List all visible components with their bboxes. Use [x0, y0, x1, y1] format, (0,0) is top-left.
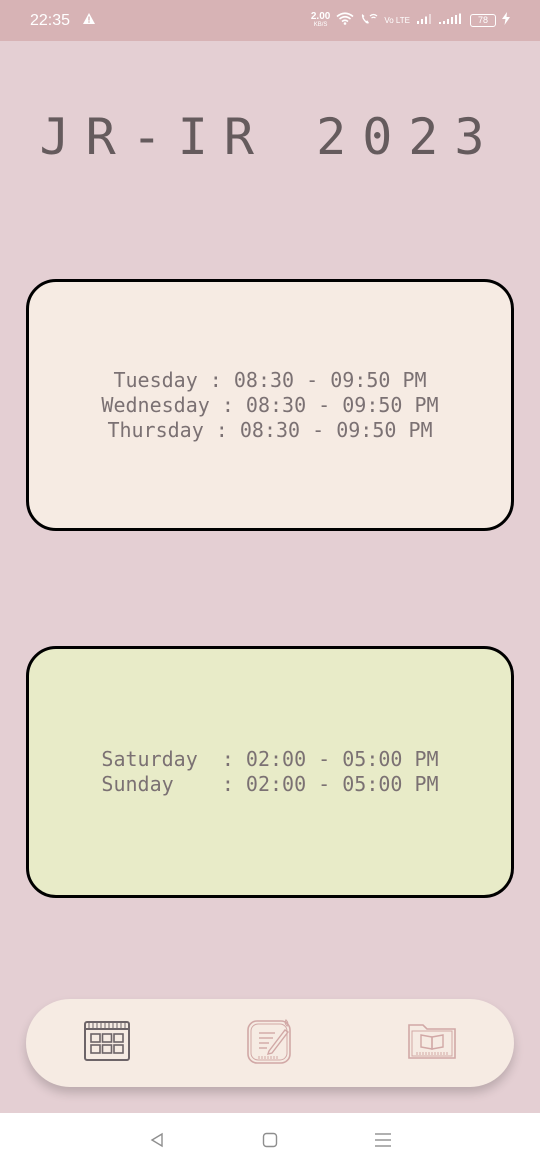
- nav-schedule-button[interactable]: [77, 1013, 137, 1073]
- schedule-line: Sunday : 02:00 - 05:00 PM: [101, 772, 439, 796]
- nav-library-button[interactable]: [403, 1013, 463, 1073]
- home-icon: [262, 1132, 278, 1152]
- status-time: 22:35: [30, 11, 71, 29]
- page-title: JR-IR 2023: [39, 108, 501, 166]
- schedule-card-weekdays: Tuesday : 08:30 - 09:50 PM Wednesday : 0…: [26, 279, 514, 531]
- book-folder-icon: [407, 1021, 459, 1065]
- schedule-line: Thursday : 08:30 - 09:50 PM: [107, 417, 433, 442]
- wifi-calling-icon: [360, 12, 378, 30]
- status-bar: 22:35 2.00 KB/S Vo LTE 78: [0, 0, 540, 41]
- recents-button[interactable]: [363, 1122, 403, 1162]
- recents-icon: [374, 1132, 392, 1152]
- signal-icon: [416, 12, 432, 30]
- network-speed: 2.00 KB/S: [310, 10, 331, 28]
- notes-icon: [247, 1018, 293, 1068]
- warning-icon: [82, 12, 96, 30]
- system-nav-bar: [0, 1113, 540, 1170]
- wifi-icon: [336, 11, 354, 30]
- volte-badge: Vo LTE: [384, 15, 410, 25]
- schedule-line: Tuesday : 08:30 - 09:50 PM: [113, 367, 427, 392]
- schedule-line: Saturday : 02:00 - 05:00 PM: [101, 747, 439, 771]
- schedule-card-weekend: Saturday : 02:00 - 05:00 PM Sunday : 02:…: [26, 646, 514, 898]
- back-button[interactable]: [137, 1122, 177, 1162]
- home-button[interactable]: [250, 1122, 290, 1162]
- calendar-icon: [84, 1021, 131, 1065]
- charging-icon: [502, 11, 510, 30]
- status-bar-left: 22:35: [30, 12, 96, 30]
- signal-icon-secondary: [438, 12, 464, 30]
- battery-indicator: 78: [470, 14, 496, 27]
- schedule-line: Wednesday : 08:30 - 09:50 PM: [101, 392, 439, 417]
- back-icon: [149, 1132, 165, 1152]
- status-bar-right: 2.00 KB/S Vo LTE 78: [310, 10, 510, 30]
- nav-notes-button[interactable]: [240, 1013, 300, 1073]
- bottom-nav: [26, 999, 514, 1087]
